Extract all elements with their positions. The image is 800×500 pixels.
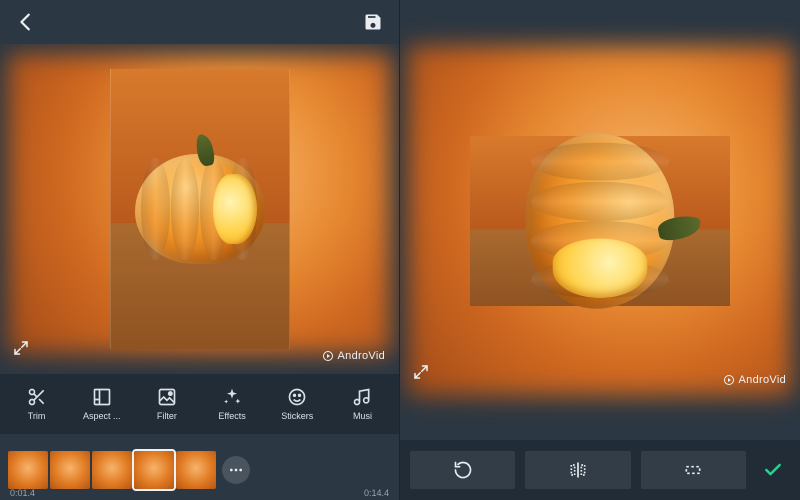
watermark: AndroVid xyxy=(723,374,786,386)
rotate-preview-stage[interactable]: AndroVid xyxy=(400,16,800,426)
tool-label: Stickers xyxy=(281,411,313,421)
tool-label: Musi xyxy=(353,411,372,421)
editor-main-panel: AndroVid Trim Aspect ... Filter Effects … xyxy=(0,0,400,500)
time-start: 0:01.4 xyxy=(10,488,35,498)
expand-icon[interactable] xyxy=(412,363,430,386)
timeline-labels: 0:01.4 0:14.4 xyxy=(10,488,389,498)
tool-row: Trim Aspect ... Filter Effects Stickers … xyxy=(0,374,399,434)
timeline[interactable]: 0:01.4 0:14.4 xyxy=(0,434,399,500)
watermark-text: AndroVid xyxy=(338,350,385,362)
tool-stickers[interactable]: Stickers xyxy=(265,387,330,421)
tool-label: Filter xyxy=(157,411,177,421)
video-frame xyxy=(110,69,290,349)
rotate-controls xyxy=(400,440,800,500)
video-frame-rotated xyxy=(470,136,730,306)
tool-aspect[interactable]: Aspect ... xyxy=(69,387,134,421)
subject-pumpkin xyxy=(135,154,265,264)
preview-canvas xyxy=(110,69,290,349)
flip-button[interactable] xyxy=(525,451,630,489)
expand-icon[interactable] xyxy=(12,339,30,362)
timeline-thumb-selected[interactable] xyxy=(134,451,174,489)
timeline-more-button[interactable] xyxy=(222,456,250,484)
tool-label: Trim xyxy=(28,411,46,421)
save-button[interactable] xyxy=(359,8,387,36)
tool-effects[interactable]: Effects xyxy=(200,387,265,421)
back-button[interactable] xyxy=(12,8,40,36)
rotate-button[interactable] xyxy=(410,451,515,489)
crop-button[interactable] xyxy=(641,451,746,489)
timeline-thumb[interactable] xyxy=(8,451,48,489)
preview-canvas xyxy=(410,81,790,361)
watermark: AndroVid xyxy=(322,350,385,362)
tool-label: Aspect ... xyxy=(83,411,121,421)
timeline-thumb[interactable] xyxy=(92,451,132,489)
preview-stage[interactable]: AndroVid xyxy=(0,44,399,374)
time-end: 0:14.4 xyxy=(364,488,389,498)
tool-music[interactable]: Musi xyxy=(330,387,395,421)
tool-label: Effects xyxy=(218,411,245,421)
subject-pumpkin-rotated xyxy=(526,133,675,309)
topbar xyxy=(0,0,399,44)
rotate-panel: AndroVid xyxy=(400,0,800,500)
timeline-thumb[interactable] xyxy=(50,451,90,489)
watermark-text: AndroVid xyxy=(739,374,786,386)
tool-filter[interactable]: Filter xyxy=(134,387,199,421)
tool-trim[interactable]: Trim xyxy=(4,387,69,421)
timeline-thumb[interactable] xyxy=(176,451,216,489)
confirm-button[interactable] xyxy=(756,451,790,489)
